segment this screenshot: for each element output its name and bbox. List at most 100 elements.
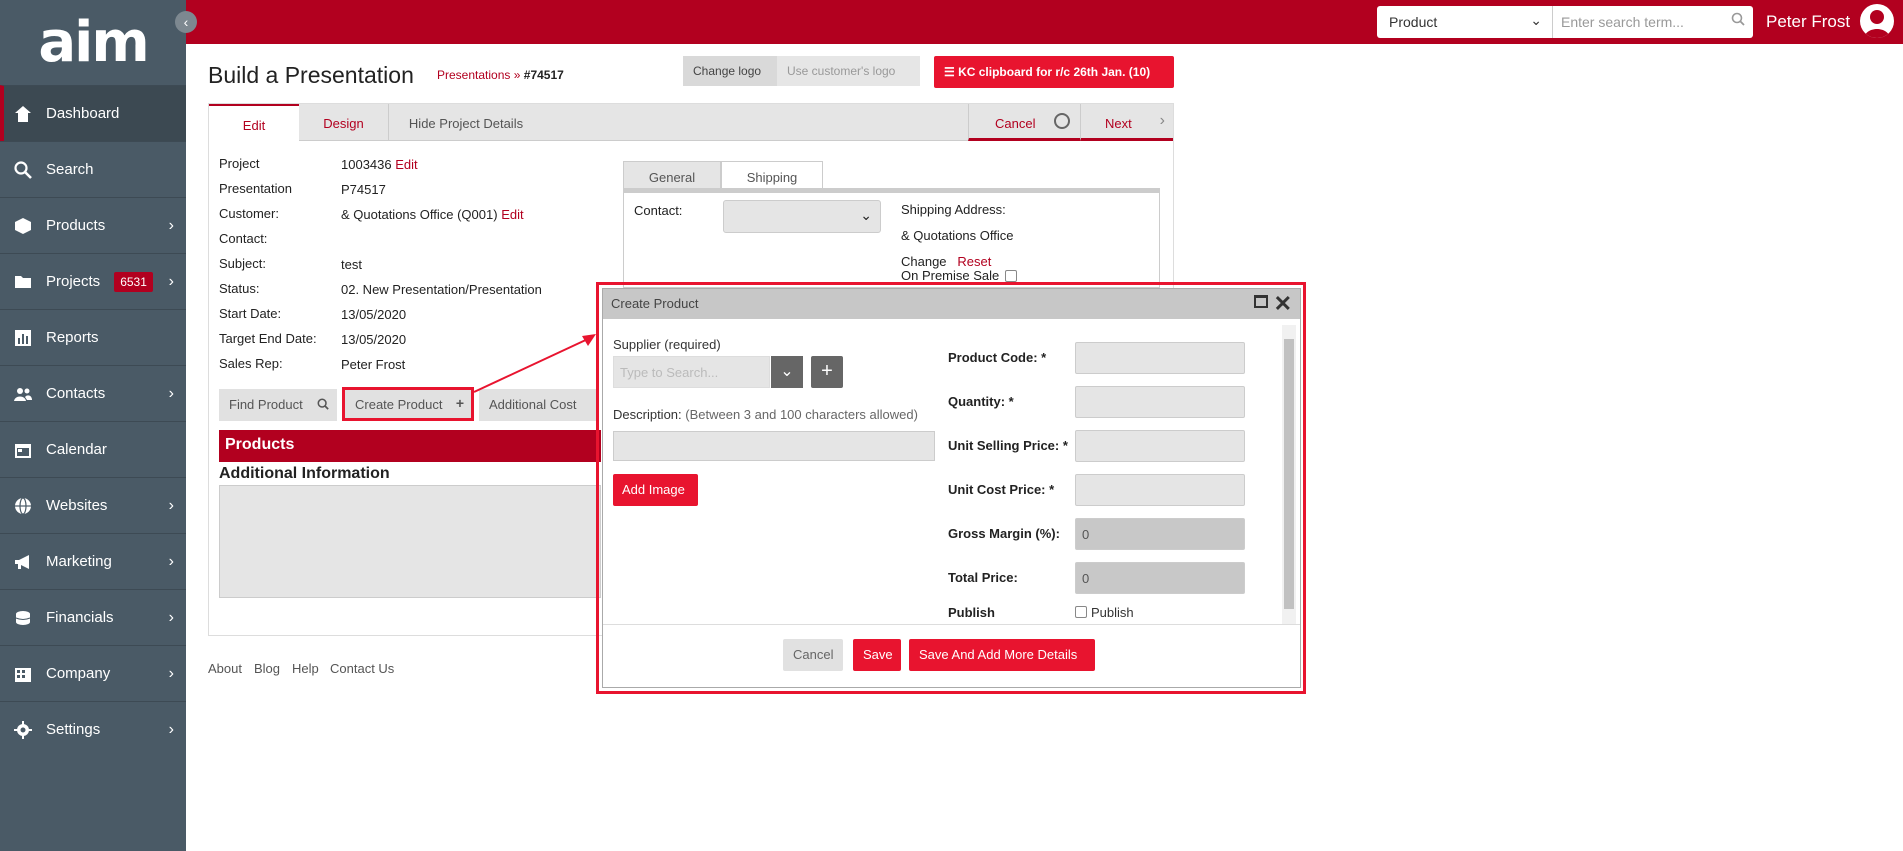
sidebar-item-websites[interactable]: Websites › [0, 477, 186, 533]
supplier-search-input[interactable]: Type to Search... [613, 356, 770, 388]
bar-chart-icon [12, 327, 34, 349]
footer-blog-link[interactable]: Blog [254, 661, 280, 676]
sidebar-item-label: Financials [46, 609, 114, 626]
on-premise-label: On Premise Sale [901, 268, 1000, 283]
customer-value: & Quotations Office (Q001) Edit [341, 207, 524, 222]
next-tab[interactable]: Next › [1080, 104, 1173, 141]
clipboard-button[interactable]: ☰ KC clipboard for r/c 26th Jan. (10) [934, 56, 1174, 88]
additional-information-textarea[interactable] [219, 485, 601, 598]
modal-divider [603, 624, 1300, 625]
sidebar-item-contacts[interactable]: Contacts › [0, 365, 186, 421]
add-supplier-button[interactable]: + [811, 356, 843, 388]
sidebar-item-label: Marketing [46, 553, 112, 570]
supplier-dropdown-icon[interactable]: ⌄ [771, 356, 803, 388]
publish-checkbox[interactable] [1075, 606, 1087, 618]
search-input[interactable]: Enter search term... [1552, 6, 1753, 38]
close-icon[interactable]: ✕ [1274, 291, 1292, 317]
shipping-address-value: & Quotations Office [901, 228, 1014, 243]
annotation-arrow [473, 334, 596, 393]
use-customer-logo-button[interactable]: Use customer's logo [777, 56, 920, 86]
add-image-button[interactable]: Add Image [613, 474, 698, 506]
chevron-right-icon: › [168, 496, 174, 514]
description-input[interactable] [613, 431, 935, 461]
supplier-label: Supplier (required) [613, 337, 721, 352]
products-header: Products [219, 430, 601, 462]
save-button[interactable]: Save [853, 639, 901, 671]
shipping-reset-link[interactable]: Reset [957, 254, 991, 269]
shipping-address-label: Shipping Address: [901, 202, 1006, 217]
gross-margin-label: Gross Margin (%): [948, 526, 1060, 541]
search-icon[interactable] [1731, 12, 1745, 29]
tab-shipping[interactable]: Shipping [721, 161, 823, 191]
search-icon [12, 159, 34, 181]
subject-label: Subject: [219, 256, 266, 271]
footer-help-link[interactable]: Help [292, 661, 319, 676]
sidebar-item-label: Settings [46, 721, 101, 738]
sidebar-item-label: Products [46, 217, 106, 234]
megaphone-icon [12, 551, 34, 573]
sidebar-item-label: Calendar [46, 441, 107, 458]
gear-icon [12, 719, 34, 741]
chevron-down-icon: ⌄ [1530, 12, 1542, 28]
sidebar-item-label: Reports [46, 329, 99, 346]
quantity-input[interactable] [1075, 386, 1245, 418]
search-type-select[interactable]: Product ⌄ [1377, 6, 1552, 38]
tab-edit[interactable]: Edit [209, 104, 299, 141]
sidebar-item-calendar[interactable]: Calendar [0, 421, 186, 477]
cancel-button[interactable]: Cancel [783, 639, 843, 671]
on-premise-checkbox[interactable] [1005, 270, 1017, 282]
sidebar-item-search[interactable]: Search [0, 141, 186, 197]
box-icon [12, 215, 34, 237]
sidebar-item-settings[interactable]: Settings › [0, 701, 186, 757]
chevron-right-icon: › [168, 272, 174, 290]
sidebar-item-company[interactable]: Company › [0, 645, 186, 701]
hide-project-details-tab[interactable]: Hide Project Details [401, 104, 531, 141]
tab-design[interactable]: Design [299, 104, 389, 141]
footer-about-link[interactable]: About [208, 661, 242, 676]
sidebar-item-label: Search [46, 161, 94, 178]
collapse-sidebar-icon[interactable]: ‹ [175, 11, 197, 33]
maximize-icon[interactable] [1254, 295, 1268, 308]
breadcrumb-presentations-link[interactable]: Presentations [437, 68, 510, 82]
total-price-label: Total Price: [948, 570, 1018, 585]
save-and-add-more-button[interactable]: Save And Add More Details [909, 639, 1095, 671]
total-price-input: 0 [1075, 562, 1245, 594]
shipping-contact-select[interactable]: ⌄ [723, 200, 881, 233]
unit-cost-price-label: Unit Cost Price: * [948, 482, 1055, 497]
presentation-label: Presentation [219, 181, 292, 196]
unit-selling-price-input[interactable] [1075, 430, 1245, 462]
sidebar-item-reports[interactable]: Reports [0, 309, 186, 365]
customer-edit-link[interactable]: Edit [501, 207, 523, 222]
modal-scrollbar[interactable] [1282, 325, 1296, 625]
user-name[interactable]: Peter Frost [1766, 12, 1850, 32]
sidebar-item-financials[interactable]: Financials › [0, 589, 186, 645]
sidebar-item-products[interactable]: Products › [0, 197, 186, 253]
sidebar-item-label: Dashboard [46, 105, 120, 122]
calendar-icon [12, 439, 34, 461]
list-icon: ☰ [944, 65, 959, 79]
cancel-tab[interactable]: Cancel [968, 104, 1080, 141]
gross-margin-input: 0 [1075, 518, 1245, 550]
sidebar-item-dashboard[interactable]: Dashboard [0, 85, 186, 141]
change-logo-button[interactable]: Change logo [683, 56, 777, 86]
unit-cost-price-input[interactable] [1075, 474, 1245, 506]
chevron-right-icon: › [168, 552, 174, 570]
target-end-date-label: Target End Date: [219, 331, 317, 346]
sales-rep-label: Sales Rep: [219, 356, 283, 371]
find-product-button[interactable]: Find Product [219, 389, 337, 421]
project-edit-link[interactable]: Edit [395, 157, 417, 172]
project-label: Project [219, 156, 260, 171]
sidebar-item-projects[interactable]: Projects 6531 › [0, 253, 186, 309]
chevron-right-icon: › [168, 720, 174, 738]
home-icon [12, 103, 34, 125]
sidebar-item-marketing[interactable]: Marketing › [0, 533, 186, 589]
aim-logo[interactable]: aim [0, 0, 186, 85]
top-bar: Product ⌄ Enter search term... Peter Fros… [186, 0, 1903, 44]
sidebar-item-label: Contacts [46, 385, 106, 402]
avatar[interactable] [1860, 4, 1894, 38]
product-code-input[interactable] [1075, 342, 1245, 374]
tab-general[interactable]: General [623, 161, 721, 191]
status-value: 02. New Presentation/Presentation [341, 282, 542, 297]
footer-contact-link[interactable]: Contact Us [330, 661, 394, 676]
tabs-bar: Edit Design Hide Project Details Cancel … [209, 104, 1173, 141]
